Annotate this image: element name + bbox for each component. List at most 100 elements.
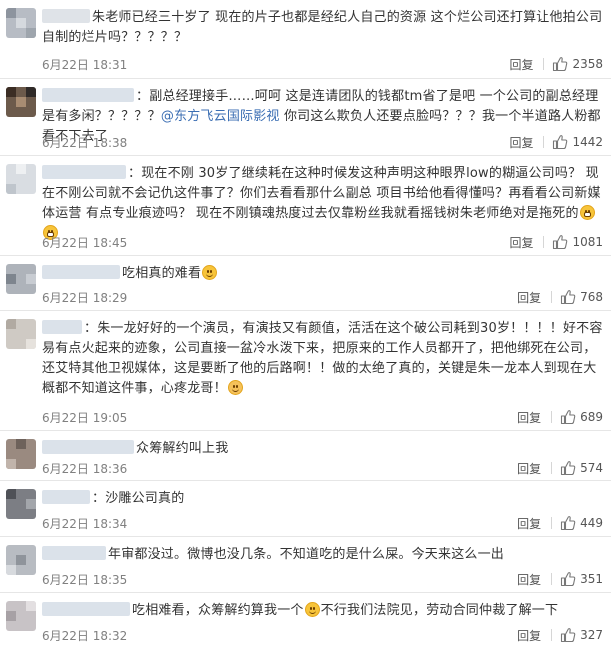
reply-button[interactable]: 回复: [517, 289, 541, 306]
avatar[interactable]: [6, 87, 36, 117]
username-blurred[interactable]: [42, 320, 82, 334]
like-count: 351: [580, 572, 603, 586]
comment-meta: 6月22日 18:31 回复 2358: [42, 55, 603, 73]
like-button[interactable]: 1081: [552, 234, 603, 250]
like-count: 689: [580, 410, 603, 424]
comment-actions: 回复 768: [517, 288, 603, 306]
username-blurred[interactable]: [42, 88, 134, 102]
comment-actions: 回复 1442: [509, 133, 603, 151]
username-blurred[interactable]: [42, 490, 90, 504]
reply-button[interactable]: 回复: [509, 234, 533, 251]
reply-button[interactable]: 回复: [517, 627, 541, 644]
comment-item: 朱老师已经三十岁了 现在的片子也都是经纪人自己的资源 这个烂公司还打算让他拍公司…: [0, 0, 611, 79]
username-blurred[interactable]: [42, 546, 106, 560]
comment-actions: 回复 689: [517, 408, 603, 426]
reply-button[interactable]: 回复: [509, 56, 533, 73]
username-blurred[interactable]: [42, 602, 130, 616]
thumbs-up-icon: [561, 290, 576, 305]
divider: [551, 629, 553, 641]
avatar[interactable]: [6, 545, 36, 575]
like-button[interactable]: 449: [560, 515, 603, 531]
thumbs-up-icon: [561, 628, 576, 643]
thumbs-up-icon: [553, 57, 568, 72]
divider: [543, 136, 545, 148]
username-blurred[interactable]: [42, 440, 134, 454]
timestamp: 6月22日 18:45: [42, 236, 128, 250]
comment-body: 年审都没过。微博也没几条。不知道吃的是什么屎。今天来这么一出: [108, 547, 505, 562]
like-count: 768: [580, 290, 603, 304]
mention-link[interactable]: @东方飞云国际影视: [161, 109, 280, 124]
comment-body: 吃相难看，众筹解约算我一个: [132, 603, 304, 618]
comment-meta: 6月22日 18:45 回复 1081: [42, 233, 603, 251]
comment-body: ：朱一龙好好的一个演员，有演技又有颜值，活活在这个破公司耗到30岁！！！！好不容…: [42, 321, 603, 396]
like-button[interactable]: 351: [560, 571, 603, 587]
comment-actions: 回复 449: [517, 514, 603, 532]
reply-button[interactable]: 回复: [517, 460, 541, 477]
comment-actions: 回复 327: [517, 626, 603, 644]
comment-meta: 6月22日 18:38 回复 1442: [42, 133, 603, 151]
smile-emoji-icon: [304, 602, 320, 617]
divider: [543, 58, 545, 70]
divider: [551, 517, 553, 529]
thumbs-up-icon: [553, 135, 568, 150]
username-blurred[interactable]: [42, 265, 120, 279]
like-button[interactable]: 574: [560, 460, 603, 476]
username-blurred[interactable]: [42, 165, 126, 179]
comment-text: ：沙雕公司真的: [42, 489, 603, 509]
comment-actions: 回复 2358: [509, 55, 603, 73]
crying-emoji-icon: [227, 380, 243, 395]
comment-meta: 6月22日 18:29 回复 768: [42, 288, 603, 306]
comment-text: 吃相难看，众筹解约算我一个 不行我们法院见，劳动合同仲裁了解一下: [42, 601, 603, 621]
avatar[interactable]: [6, 264, 36, 294]
avatar[interactable]: [6, 601, 36, 631]
like-count: 574: [580, 461, 603, 475]
like-button[interactable]: 768: [560, 289, 603, 305]
timestamp: 6月22日 18:32: [42, 629, 128, 643]
comment-actions: 回复 351: [517, 570, 603, 588]
comment-text: 朱老师已经三十岁了 现在的片子也都是经纪人自己的资源 这个烂公司还打算让他拍公司…: [42, 8, 603, 48]
like-count: 1442: [572, 135, 603, 149]
username-blurred[interactable]: [42, 9, 90, 23]
comment-meta: 6月22日 18:32 回复 327: [42, 626, 603, 644]
comment-text: 年审都没过。微博也没几条。不知道吃的是什么屎。今天来这么一出: [42, 545, 603, 565]
like-count: 2358: [572, 57, 603, 71]
reply-button[interactable]: 回复: [517, 571, 541, 588]
thumbs-up-icon: [553, 235, 568, 250]
timestamp: 6月22日 18:38: [42, 136, 128, 150]
like-button[interactable]: 689: [560, 409, 603, 425]
avatar[interactable]: [6, 319, 36, 349]
comment-body: 朱老师已经三十岁了 现在的片子也都是经纪人自己的资源 这个烂公司还打算让他拍公司…: [42, 10, 603, 45]
avatar[interactable]: [6, 8, 36, 38]
timestamp: 6月22日 18:29: [42, 291, 128, 305]
divider: [551, 462, 553, 474]
comment-body-cont: 不行我们法院见，劳动合同仲裁了解一下: [320, 603, 559, 618]
reply-button[interactable]: 回复: [509, 134, 533, 151]
comment-feed: 朱老师已经三十岁了 现在的片子也都是经纪人自己的资源 这个烂公司还打算让他拍公司…: [0, 0, 611, 660]
comment-body: ：沙雕公司真的: [92, 491, 185, 506]
avatar[interactable]: [6, 164, 36, 194]
comment-item: ：朱一龙好好的一个演员，有演技又有颜值，活活在这个破公司耗到30岁！！！！好不容…: [0, 311, 611, 431]
thumbs-up-icon: [561, 410, 576, 425]
grin-emoji-icon: [579, 205, 595, 220]
timestamp: 6月22日 18:35: [42, 573, 128, 587]
like-button[interactable]: 327: [560, 627, 603, 643]
comment-text: 众筹解约叫上我: [42, 439, 603, 459]
comment-actions: 回复 574: [517, 459, 603, 477]
like-button[interactable]: 2358: [552, 56, 603, 72]
comment-body: 众筹解约叫上我: [136, 441, 229, 456]
reply-button[interactable]: 回复: [517, 409, 541, 426]
avatar[interactable]: [6, 489, 36, 519]
avatar[interactable]: [6, 439, 36, 469]
comment-item: ：沙雕公司真的 6月22日 18:34 回复 449: [0, 481, 611, 537]
smile-emoji-icon: [202, 265, 218, 280]
comment-body: 吃相真的难看: [122, 266, 202, 281]
comment-meta: 6月22日 18:36 回复 574: [42, 459, 603, 477]
comment-item: 年审都没过。微博也没几条。不知道吃的是什么屎。今天来这么一出 6月22日 18:…: [0, 537, 611, 593]
like-button[interactable]: 1442: [552, 134, 603, 150]
reply-button[interactable]: 回复: [517, 515, 541, 532]
like-count: 449: [580, 516, 603, 530]
timestamp: 6月22日 19:05: [42, 411, 128, 425]
like-count: 1081: [572, 235, 603, 249]
comment-item: 吃相真的难看 6月22日 18:29 回复 768: [0, 256, 611, 311]
comment-meta: 6月22日 19:05 回复 689: [42, 408, 603, 426]
